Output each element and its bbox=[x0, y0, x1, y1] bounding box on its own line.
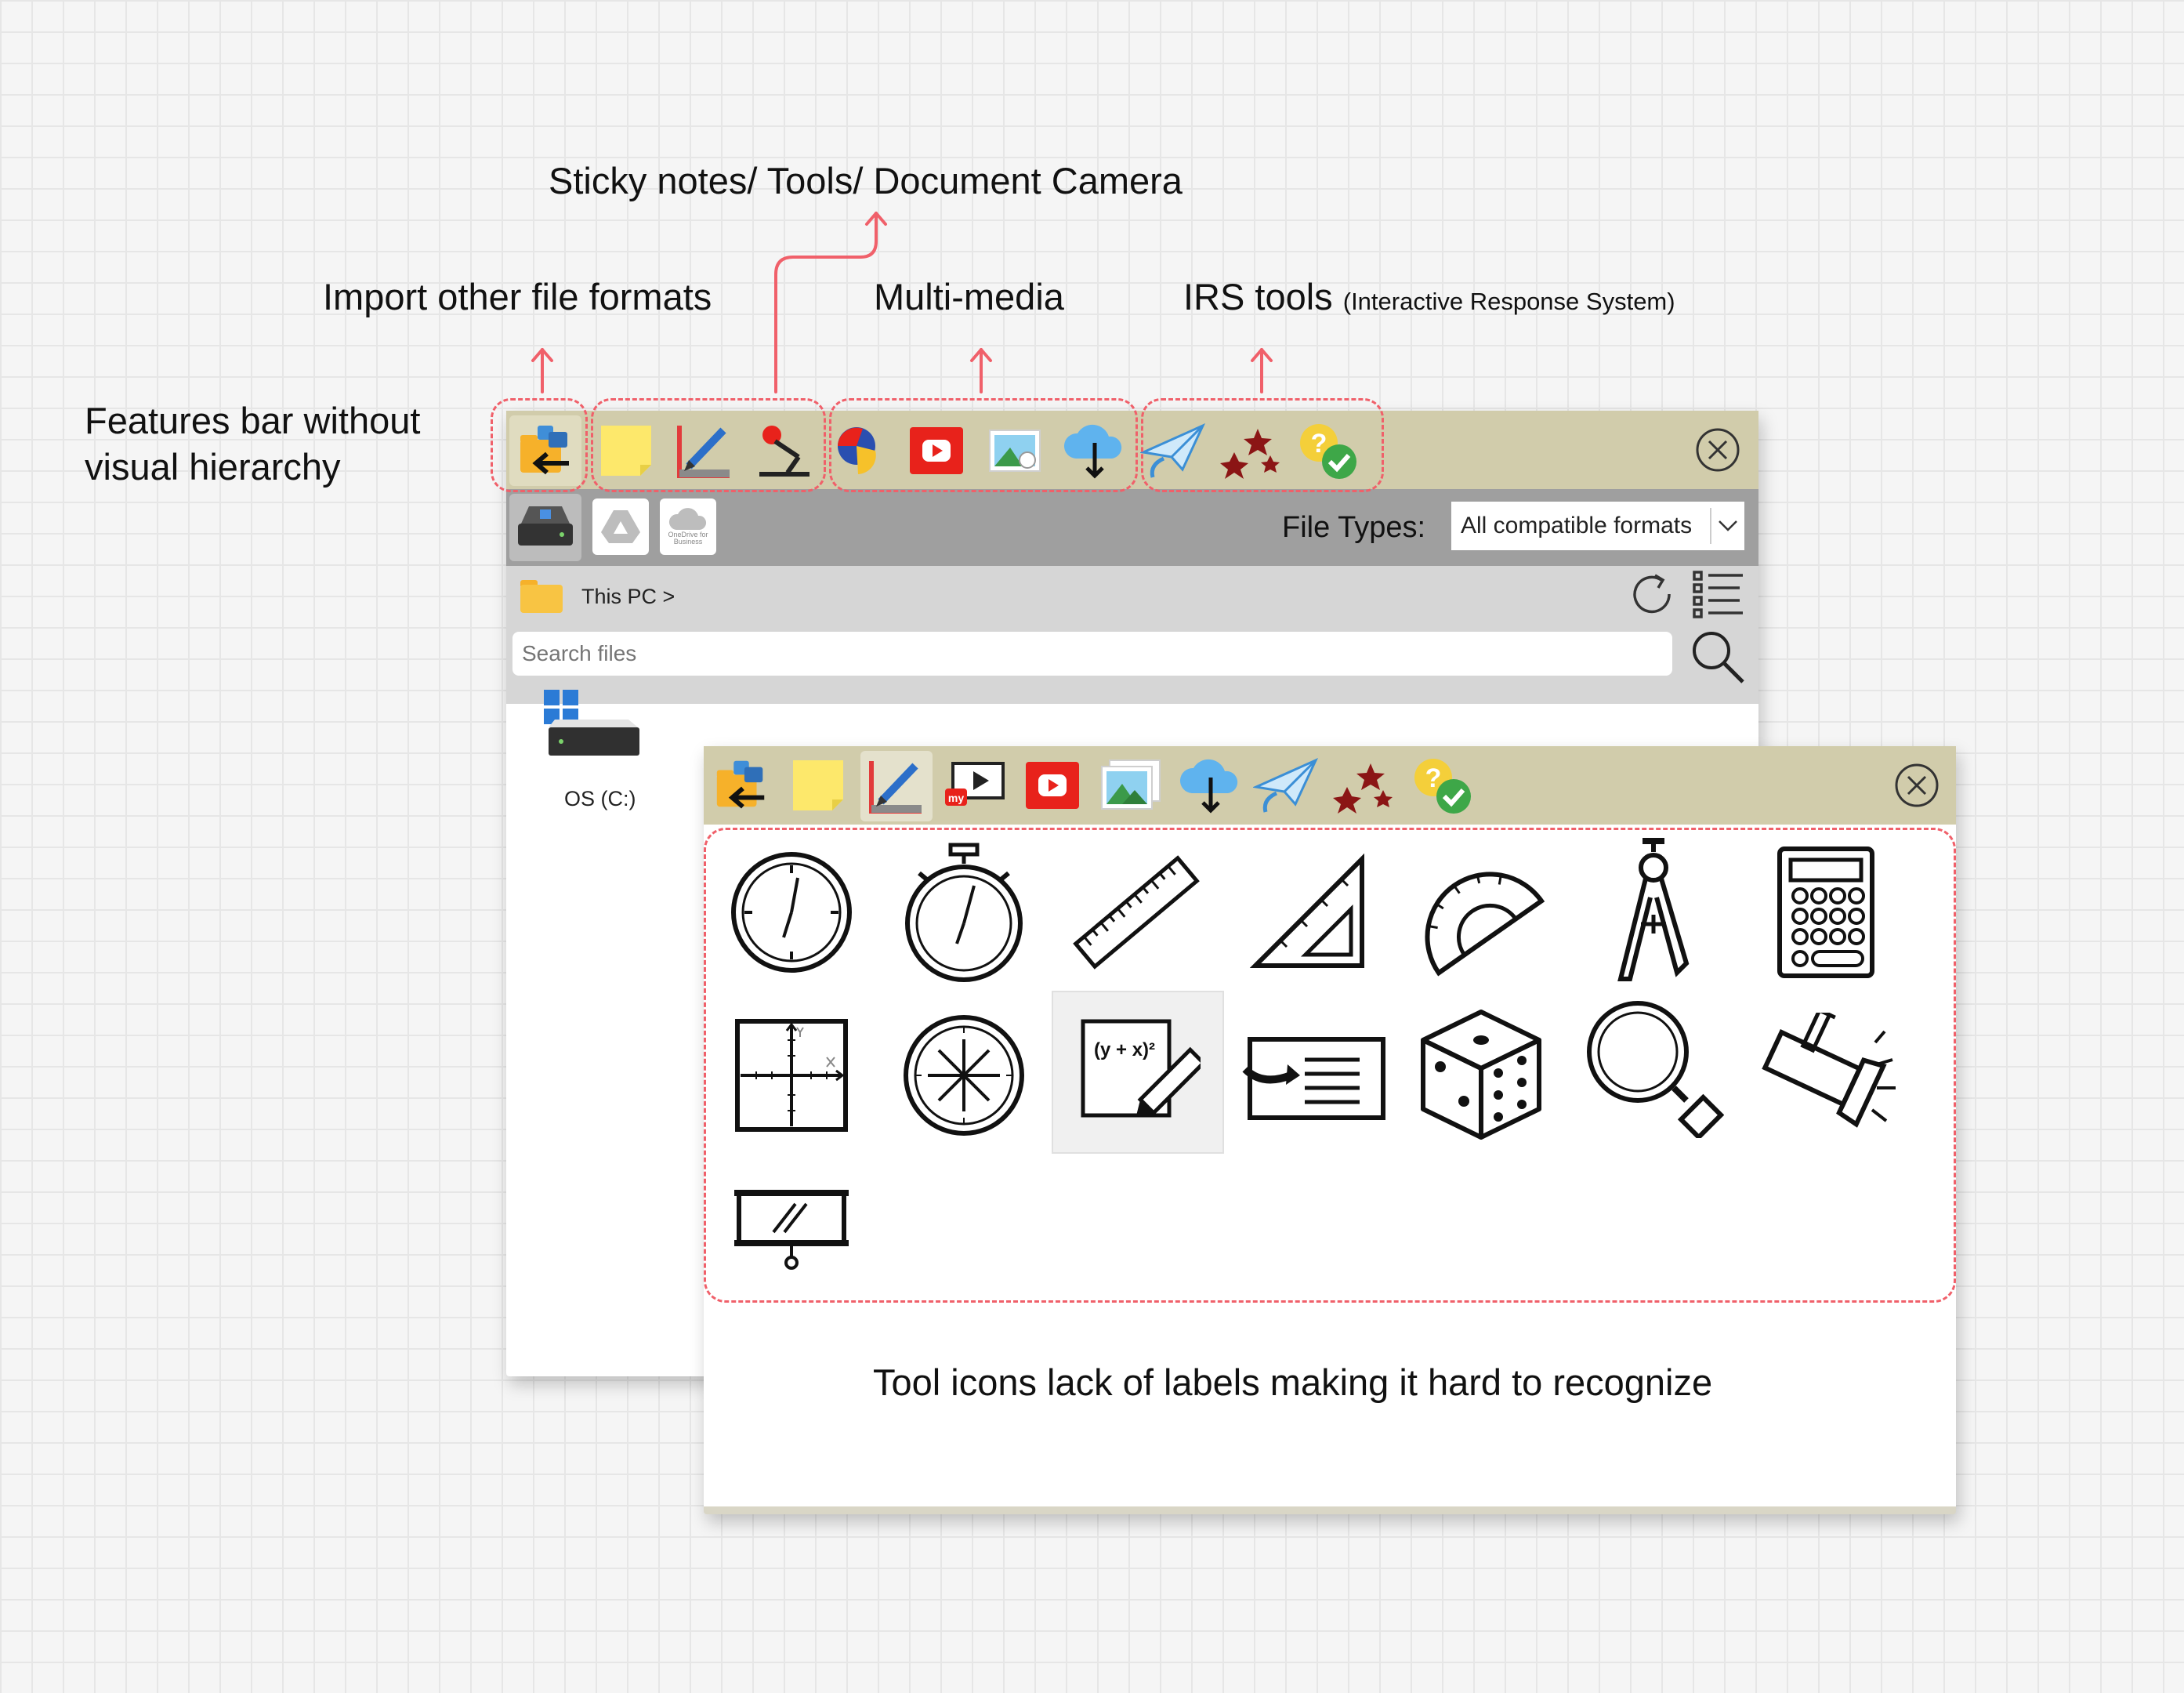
cloud-download-button[interactable] bbox=[1174, 752, 1244, 818]
sticky-note-button[interactable] bbox=[785, 752, 851, 818]
group-outline-multimedia bbox=[829, 398, 1138, 492]
my-badge: my bbox=[948, 792, 964, 804]
my-media-icon: my bbox=[945, 762, 1005, 806]
send-button[interactable] bbox=[1251, 752, 1321, 818]
breadcrumb[interactable]: This PC > bbox=[581, 585, 675, 609]
tool-grid-outline bbox=[704, 828, 1956, 1303]
close-icon bbox=[1895, 763, 1939, 807]
question-check-icon: ? bbox=[1414, 759, 1471, 814]
google-drive-source-button[interactable] bbox=[592, 498, 649, 555]
file-window-close-button[interactable] bbox=[1693, 425, 1743, 475]
windows-drive-icon bbox=[544, 690, 639, 756]
search-input[interactable] bbox=[512, 632, 1672, 676]
fireworks-button[interactable] bbox=[1329, 752, 1400, 818]
ruler-pencil-icon bbox=[869, 761, 922, 814]
onedrive-source-button[interactable]: OneDrive for Business bbox=[660, 498, 716, 555]
google-drive-icon bbox=[601, 510, 640, 543]
source-bar: OneDrive for Business File Types: All co… bbox=[506, 489, 1758, 566]
local-drive-source-button[interactable] bbox=[509, 494, 581, 561]
fireworks-icon bbox=[1333, 763, 1393, 814]
youtube-icon bbox=[1026, 762, 1079, 809]
image-button[interactable] bbox=[1096, 752, 1166, 818]
onedrive-icon bbox=[668, 508, 707, 530]
hard-drive-icon bbox=[518, 506, 573, 546]
paper-plane-icon bbox=[1253, 757, 1319, 813]
path-bar: This PC > bbox=[506, 566, 1758, 704]
list-view-icon[interactable] bbox=[1691, 569, 1744, 625]
tools-caption: Tool icons lack of labels making it hard… bbox=[873, 1361, 1713, 1403]
refresh-icon[interactable] bbox=[1627, 571, 1679, 626]
file-types-label: File Types: bbox=[1282, 511, 1426, 544]
folder-icon bbox=[519, 577, 564, 618]
tools-window-close-button[interactable] bbox=[1892, 760, 1942, 810]
group-outline-irs bbox=[1141, 398, 1384, 492]
chevron-down-icon bbox=[1711, 520, 1744, 532]
group-outline-sticky-tools bbox=[591, 398, 826, 492]
group-outline-import bbox=[491, 398, 588, 492]
import-file-button[interactable] bbox=[708, 752, 774, 818]
my-media-button[interactable]: my bbox=[940, 752, 1011, 818]
file-types-select[interactable]: All compatible formats bbox=[1451, 502, 1744, 550]
tools-window-toolbar: my ? bbox=[704, 746, 1956, 825]
file-types-value: All compatible formats bbox=[1461, 513, 1693, 538]
youtube-button[interactable] bbox=[1019, 752, 1086, 818]
tools-button[interactable] bbox=[860, 751, 933, 821]
onedrive-label: OneDrive for Business bbox=[668, 531, 708, 546]
drive-item[interactable]: OS (C:) bbox=[541, 688, 647, 829]
search-icon[interactable] bbox=[1690, 629, 1748, 691]
image-gallery-icon bbox=[1101, 759, 1161, 810]
sticky-note-icon bbox=[793, 760, 843, 810]
cloud-download-icon bbox=[1179, 759, 1238, 814]
drive-label: OS (C:) bbox=[564, 787, 636, 810]
quiz-button[interactable]: ? bbox=[1407, 752, 1478, 818]
close-icon bbox=[1696, 428, 1740, 472]
import-file-icon bbox=[716, 760, 765, 809]
